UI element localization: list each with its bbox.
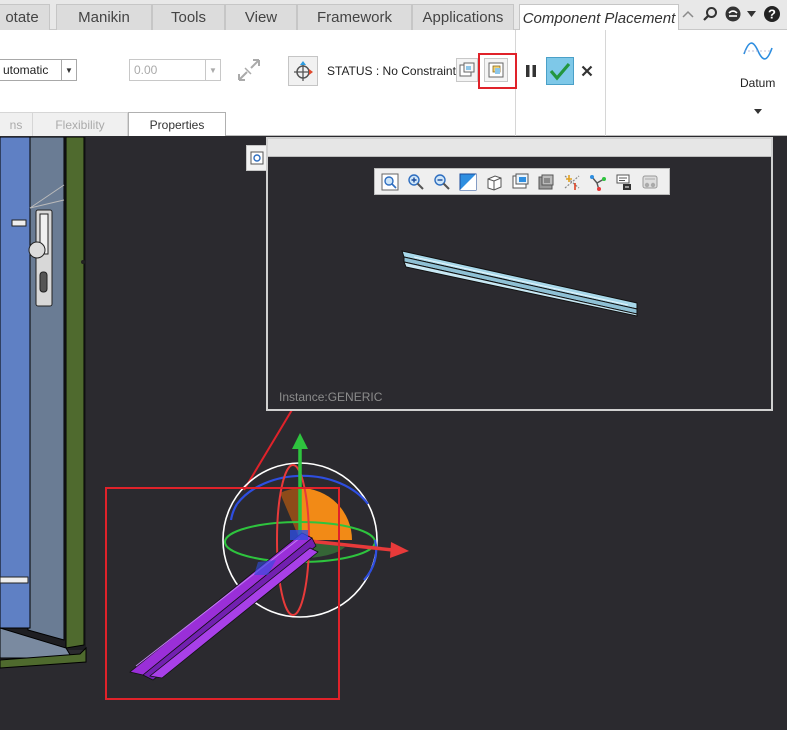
tab-framework[interactable]: Framework — [297, 4, 412, 30]
preview-search-tab[interactable] — [246, 145, 266, 171]
dragger-icon[interactable] — [288, 56, 318, 86]
tab-tools[interactable]: Tools — [152, 4, 225, 30]
tab-label: Component Placement — [522, 9, 676, 27]
subtab-placement[interactable]: ns — [0, 112, 33, 136]
tab-label: Manikin — [78, 9, 130, 26]
zoom-out-icon[interactable] — [430, 170, 453, 193]
status-text: STATUS : No Constraints — [327, 64, 462, 78]
search-icon[interactable] — [700, 4, 720, 24]
tab-label: View — [244, 9, 278, 26]
ribbon-separator — [605, 30, 606, 136]
annotation-display-icon[interactable] — [612, 170, 635, 193]
component-preview-window[interactable]: Instance:GENERIC — [266, 137, 773, 411]
spin-center-icon[interactable] — [638, 170, 661, 193]
repaint-icon[interactable] — [456, 170, 479, 193]
subtab-label: ns — [9, 117, 23, 132]
tab-label: otate — [5, 9, 39, 26]
svg-text:?: ? — [768, 7, 776, 22]
refit-icon[interactable] — [378, 170, 401, 193]
constraint-type-value: utomatic — [3, 63, 49, 77]
flip-icon[interactable] — [235, 56, 263, 84]
tab-label: Tools — [170, 9, 207, 26]
preview-titlebar[interactable] — [268, 139, 771, 157]
help-icon[interactable]: ? — [762, 4, 782, 24]
chevron-down-icon: ▼ — [205, 60, 220, 80]
subtab-properties[interactable]: Properties — [128, 112, 226, 136]
help-menu-icon[interactable] — [722, 4, 744, 24]
zoom-in-icon[interactable] — [404, 170, 427, 193]
csys-display-icon[interactable] — [586, 170, 609, 193]
tab-manikin[interactable]: Manikin — [56, 4, 152, 30]
pause-icon[interactable] — [522, 61, 540, 81]
tab-view[interactable]: View — [225, 4, 297, 30]
cancel-icon[interactable] — [579, 63, 595, 79]
preview-toolbar — [374, 168, 670, 195]
help-menu-dropdown-icon[interactable] — [745, 4, 757, 24]
separate-window-icon[interactable] — [456, 58, 478, 82]
tab-component-placement[interactable]: Component Placement — [519, 4, 679, 31]
minimize-icon[interactable] — [681, 4, 695, 24]
tab-label: Applications — [422, 9, 504, 26]
component-placement-ribbon: utomatic ▼ 0.00 ▼ STATUS : No Constraint… — [0, 30, 787, 136]
subtab-label: Flexibility — [55, 117, 105, 132]
datum-display-icon[interactable] — [560, 170, 583, 193]
tab-applications[interactable]: Applications — [412, 4, 514, 30]
button-highlight-box — [478, 53, 517, 89]
datum-label: Datum — [740, 76, 776, 90]
selection-highlight-box — [105, 487, 340, 700]
saved-orientations-icon[interactable] — [482, 170, 505, 193]
tab-label: Framework — [316, 9, 392, 26]
datum-icon[interactable] — [738, 36, 778, 66]
offset-value: 0.00 — [134, 63, 158, 77]
apply-icon[interactable] — [546, 57, 574, 85]
view-manager-icon[interactable] — [508, 170, 531, 193]
tab-annotate[interactable]: otate — [0, 4, 50, 30]
door-model — [0, 137, 87, 669]
chevron-down-icon: ▼ — [61, 60, 76, 80]
constraint-type-select[interactable]: utomatic ▼ — [0, 59, 77, 81]
subtab-label: Properties — [149, 117, 205, 132]
subtab-flexibility[interactable]: Flexibility — [33, 112, 128, 136]
display-style-icon[interactable] — [534, 170, 557, 193]
chevron-down-icon[interactable] — [752, 106, 764, 116]
instance-label: Instance:GENERIC — [279, 390, 383, 404]
offset-input[interactable]: 0.00 ▼ — [129, 59, 221, 81]
menu-bar: otate Manikin Tools View Framework Appli… — [0, 0, 787, 31]
